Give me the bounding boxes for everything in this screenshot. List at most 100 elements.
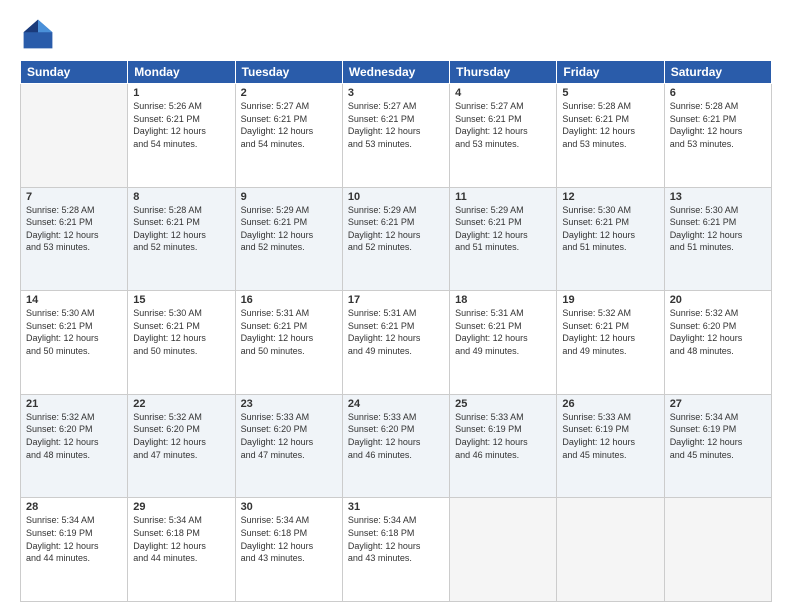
calendar-cell: 8Sunrise: 5:28 AM Sunset: 6:21 PM Daylig… [128,187,235,291]
day-info: Sunrise: 5:28 AM Sunset: 6:21 PM Dayligh… [670,100,766,150]
column-header-saturday: Saturday [664,61,771,84]
day-number: 13 [670,191,766,203]
day-info: Sunrise: 5:30 AM Sunset: 6:21 PM Dayligh… [26,307,122,357]
calendar-cell: 18Sunrise: 5:31 AM Sunset: 6:21 PM Dayli… [450,291,557,395]
day-info: Sunrise: 5:34 AM Sunset: 6:19 PM Dayligh… [26,514,122,564]
day-info: Sunrise: 5:27 AM Sunset: 6:21 PM Dayligh… [455,100,551,150]
day-info: Sunrise: 5:29 AM Sunset: 6:21 PM Dayligh… [241,204,337,254]
day-info: Sunrise: 5:32 AM Sunset: 6:20 PM Dayligh… [670,307,766,357]
day-number: 30 [241,501,337,513]
day-number: 29 [133,501,229,513]
calendar-table: SundayMondayTuesdayWednesdayThursdayFrid… [20,60,772,602]
column-header-tuesday: Tuesday [235,61,342,84]
day-number: 10 [348,191,444,203]
day-info: Sunrise: 5:33 AM Sunset: 6:20 PM Dayligh… [241,411,337,461]
calendar-cell: 20Sunrise: 5:32 AM Sunset: 6:20 PM Dayli… [664,291,771,395]
calendar-cell: 22Sunrise: 5:32 AM Sunset: 6:20 PM Dayli… [128,394,235,498]
calendar-cell: 16Sunrise: 5:31 AM Sunset: 6:21 PM Dayli… [235,291,342,395]
calendar-cell: 27Sunrise: 5:34 AM Sunset: 6:19 PM Dayli… [664,394,771,498]
logo-icon [20,16,56,52]
day-number: 17 [348,294,444,306]
day-info: Sunrise: 5:34 AM Sunset: 6:19 PM Dayligh… [670,411,766,461]
day-number: 1 [133,87,229,99]
calendar-cell [664,498,771,602]
calendar-week-2: 7 Sunrise: 5:28 AM Sunset: 6:21 PM Daylig… [21,187,772,291]
calendar-cell: 28Sunrise: 5:34 AM Sunset: 6:19 PM Dayli… [21,498,128,602]
column-header-thursday: Thursday [450,61,557,84]
calendar-cell: 7Sunrise: 5:28 AM Sunset: 6:21 PM Daylig… [21,187,128,291]
day-number: 16 [241,294,337,306]
day-number: 15 [133,294,229,306]
column-header-friday: Friday [557,61,664,84]
day-number: 22 [133,398,229,410]
column-header-wednesday: Wednesday [342,61,449,84]
calendar-cell: 24Sunrise: 5:33 AM Sunset: 6:20 PM Dayli… [342,394,449,498]
logo [20,16,60,52]
day-number: 11 [455,191,551,203]
calendar-cell: 3Sunrise: 5:27 AM Sunset: 6:21 PM Daylig… [342,84,449,188]
day-number: 27 [670,398,766,410]
calendar-week-5: 28Sunrise: 5:34 AM Sunset: 6:19 PM Dayli… [21,498,772,602]
calendar-cell: 4Sunrise: 5:27 AM Sunset: 6:21 PM Daylig… [450,84,557,188]
page: SundayMondayTuesdayWednesdayThursdayFrid… [0,0,792,612]
calendar-week-4: 21 Sunrise: 5:32 AM Sunset: 6:20 PM Dayli… [21,394,772,498]
column-header-monday: Monday [128,61,235,84]
calendar-cell: 23Sunrise: 5:33 AM Sunset: 6:20 PM Dayli… [235,394,342,498]
day-info: Sunrise: 5:33 AM Sunset: 6:19 PM Dayligh… [455,411,551,461]
day-info: Sunrise: 5:31 AM Sunset: 6:21 PM Dayligh… [455,307,551,357]
column-header-sunday: Sunday [21,61,128,84]
day-number: 26 [562,398,658,410]
calendar-cell [557,498,664,602]
day-info: Sunrise: 5:29 AM Sunset: 6:21 PM Dayligh… [348,204,444,254]
calendar-week-3: 14Sunrise: 5:30 AM Sunset: 6:21 PM Dayli… [21,291,772,395]
calendar-cell: 15Sunrise: 5:30 AM Sunset: 6:21 PM Dayli… [128,291,235,395]
day-number: 18 [455,294,551,306]
calendar-header-row: SundayMondayTuesdayWednesdayThursdayFrid… [21,61,772,84]
day-number: 24 [348,398,444,410]
day-info: Sunrise: 5:27 AM Sunset: 6:21 PM Dayligh… [241,100,337,150]
day-info: Sunrise: 5:30 AM Sunset: 6:21 PM Dayligh… [562,204,658,254]
day-number: 23 [241,398,337,410]
day-info: Sunrise: 5:30 AM Sunset: 6:21 PM Dayligh… [670,204,766,254]
day-info: Sunrise: 5:29 AM Sunset: 6:21 PM Dayligh… [455,204,551,254]
calendar-cell: 2Sunrise: 5:27 AM Sunset: 6:21 PM Daylig… [235,84,342,188]
calendar-cell: 26Sunrise: 5:33 AM Sunset: 6:19 PM Dayli… [557,394,664,498]
day-info: Sunrise: 5:34 AM Sunset: 6:18 PM Dayligh… [348,514,444,564]
day-info: Sunrise: 5:31 AM Sunset: 6:21 PM Dayligh… [241,307,337,357]
day-info: Sunrise: 5:28 AM Sunset: 6:21 PM Dayligh… [562,100,658,150]
calendar-cell: 13Sunrise: 5:30 AM Sunset: 6:21 PM Dayli… [664,187,771,291]
calendar-cell: 9Sunrise: 5:29 AM Sunset: 6:21 PM Daylig… [235,187,342,291]
day-info: Sunrise: 5:26 AM Sunset: 6:21 PM Dayligh… [133,100,229,150]
day-number: 3 [348,87,444,99]
calendar-cell: 12Sunrise: 5:30 AM Sunset: 6:21 PM Dayli… [557,187,664,291]
calendar-cell: 25Sunrise: 5:33 AM Sunset: 6:19 PM Dayli… [450,394,557,498]
day-number: 4 [455,87,551,99]
day-number: 25 [455,398,551,410]
day-number: 8 [133,191,229,203]
day-number: 28 [26,501,122,513]
day-number: 7 [26,191,122,203]
day-number: 9 [241,191,337,203]
day-info: Sunrise: 5:34 AM Sunset: 6:18 PM Dayligh… [241,514,337,564]
day-number: 19 [562,294,658,306]
day-info: Sunrise: 5:32 AM Sunset: 6:20 PM Dayligh… [133,411,229,461]
day-info: Sunrise: 5:28 AM Sunset: 6:21 PM Dayligh… [133,204,229,254]
day-info: Sunrise: 5:27 AM Sunset: 6:21 PM Dayligh… [348,100,444,150]
calendar-cell: 1Sunrise: 5:26 AM Sunset: 6:21 PM Daylig… [128,84,235,188]
day-number: 21 [26,398,122,410]
day-info: Sunrise: 5:31 AM Sunset: 6:21 PM Dayligh… [348,307,444,357]
day-info: Sunrise: 5:30 AM Sunset: 6:21 PM Dayligh… [133,307,229,357]
calendar-cell: 10Sunrise: 5:29 AM Sunset: 6:21 PM Dayli… [342,187,449,291]
calendar-cell [450,498,557,602]
day-number: 20 [670,294,766,306]
day-number: 6 [670,87,766,99]
calendar-cell: 17Sunrise: 5:31 AM Sunset: 6:21 PM Dayli… [342,291,449,395]
day-info: Sunrise: 5:33 AM Sunset: 6:20 PM Dayligh… [348,411,444,461]
day-number: 31 [348,501,444,513]
day-info: Sunrise: 5:32 AM Sunset: 6:21 PM Dayligh… [562,307,658,357]
day-number: 14 [26,294,122,306]
calendar-cell: 31Sunrise: 5:34 AM Sunset: 6:18 PM Dayli… [342,498,449,602]
calendar-cell: 21Sunrise: 5:32 AM Sunset: 6:20 PM Dayli… [21,394,128,498]
calendar-cell: 14Sunrise: 5:30 AM Sunset: 6:21 PM Dayli… [21,291,128,395]
day-number: 2 [241,87,337,99]
